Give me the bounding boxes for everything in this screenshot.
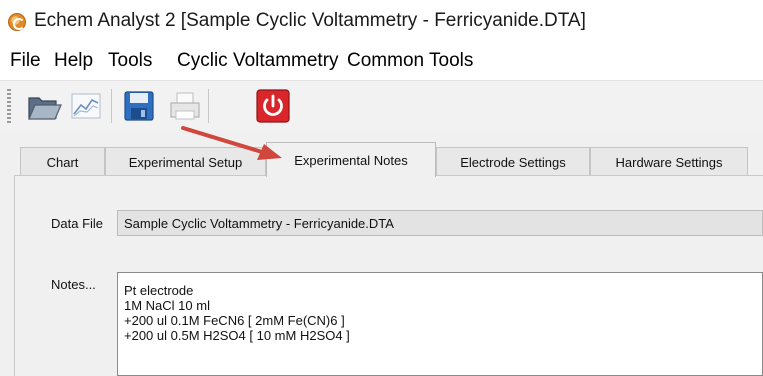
menu-tools[interactable]: Tools [108, 50, 152, 72]
notes-line: Pt electrode [124, 283, 194, 298]
menu-bar: File Help Tools Cyclic Voltammetry Commo… [0, 44, 763, 78]
toolbar-separator [208, 89, 209, 123]
tab-electrode-settings[interactable]: Electrode Settings [436, 147, 590, 176]
notes-textarea[interactable]: Pt electrode 1M NaCl 10 ml +200 ul 0.1M … [117, 272, 763, 376]
menu-file[interactable]: File [10, 50, 41, 72]
tab-chart[interactable]: Chart [20, 147, 105, 176]
notes-line: +200 ul 0.1M FeCN6 [ 2mM Fe(CN)6 ] [124, 313, 345, 328]
power-icon[interactable] [255, 88, 291, 124]
data-file-label: Data File [51, 216, 104, 231]
save-disk-icon[interactable] [121, 88, 157, 124]
toolbar-separator [111, 89, 112, 123]
data-file-field[interactable]: Sample Cyclic Voltammetry - Ferricyanide… [117, 210, 763, 236]
open-folder-icon[interactable] [26, 88, 62, 124]
toolbar-grip[interactable] [7, 89, 11, 123]
echem-analyst-icon [8, 13, 26, 31]
chart-icon[interactable] [68, 88, 104, 124]
notes-label: Notes... [51, 277, 96, 292]
notes-line: 1M NaCl 10 ml [124, 298, 210, 313]
window-title: Echem Analyst 2 [Sample Cyclic Voltammet… [34, 10, 586, 31]
menu-cyclic-voltammetry[interactable]: Cyclic Voltammetry [177, 50, 339, 72]
notes-line: +200 ul 0.5M H2SO4 [ 10 mM H2SO4 ] [124, 328, 350, 343]
menu-common-tools[interactable]: Common Tools [347, 50, 473, 72]
toolbar [0, 80, 763, 130]
menu-help[interactable]: Help [54, 50, 93, 72]
print-icon[interactable] [167, 88, 203, 124]
title-bar: Echem Analyst 2 [Sample Cyclic Voltammet… [0, 0, 763, 40]
tab-experimental-notes[interactable]: Experimental Notes [266, 142, 436, 177]
tab-hardware-settings[interactable]: Hardware Settings [590, 147, 748, 176]
tab-experimental-setup[interactable]: Experimental Setup [105, 147, 266, 176]
